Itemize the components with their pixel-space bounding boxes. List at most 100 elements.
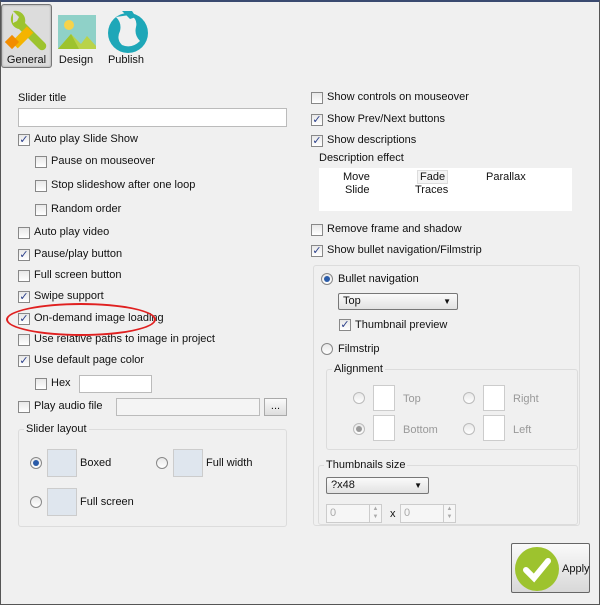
- wrench-icon: [5, 10, 47, 51]
- align-bottom-icon: [373, 415, 395, 441]
- tab-publish[interactable]: Publish: [102, 4, 150, 68]
- checkbox-label: Swipe support: [34, 290, 104, 302]
- thumbnails-size-title: Thumbnails size: [324, 459, 408, 471]
- filmstrip-radio[interactable]: [321, 343, 333, 355]
- checkbox-show-controls-on-mouseover[interactable]: [311, 92, 323, 104]
- chevron-down-icon: ▼: [443, 297, 451, 306]
- checkbox-hex[interactable]: [35, 378, 47, 390]
- align-bottom-label: Bottom: [403, 424, 438, 436]
- thumbnail-preview-checkbox[interactable]: ✓: [339, 319, 351, 331]
- effect-list: Move Fade Parallax Slide Traces: [319, 168, 572, 211]
- checkbox-swipe-support[interactable]: ✓: [18, 291, 30, 303]
- effect-traces[interactable]: Traces: [415, 184, 448, 196]
- checkbox-show-descriptions[interactable]: ✓: [311, 135, 323, 147]
- checkbox-auto-play-video[interactable]: [18, 227, 30, 239]
- full-screen-label: Full screen: [80, 496, 134, 508]
- align-right-radio[interactable]: [463, 392, 475, 404]
- align-top-radio[interactable]: [353, 392, 365, 404]
- checkbox-label: Auto play Slide Show: [34, 133, 138, 145]
- checkmark-icon: [515, 547, 559, 591]
- full-width-radio[interactable]: [156, 457, 168, 469]
- thumbnail-height-spinner[interactable]: 0 ▲ ▼: [400, 504, 456, 523]
- checkbox-remove-frame-and-shadow[interactable]: [311, 224, 323, 236]
- thumbnail-preview-label: Thumbnail preview: [355, 319, 448, 331]
- checkbox-play-audio-file[interactable]: [18, 401, 30, 413]
- filmstrip-label: Filmstrip: [338, 343, 380, 355]
- align-top-label: Top: [403, 393, 421, 405]
- checkbox-pause-play-button[interactable]: ✓: [18, 249, 30, 261]
- effect-move[interactable]: Move: [343, 171, 370, 183]
- bullet-navigation-radio[interactable]: [321, 273, 333, 285]
- effect-fade[interactable]: Fade: [417, 170, 449, 184]
- checkbox-auto-play-slide-show[interactable]: ✓: [18, 134, 30, 146]
- tab-design[interactable]: Design: [55, 4, 97, 68]
- checkbox-label: Remove frame and shadow: [327, 223, 462, 235]
- browse-button[interactable]: ...: [264, 398, 287, 416]
- align-left-icon: [483, 415, 505, 441]
- chevron-down-icon: ▼: [414, 481, 422, 490]
- checkbox-show-prev-next-buttons[interactable]: ✓: [311, 114, 323, 126]
- slider-layout-title: Slider layout: [24, 423, 89, 435]
- boxed-label: Boxed: [80, 457, 112, 469]
- checkbox-full-screen-button[interactable]: [18, 270, 30, 282]
- thumbnail-size-value: ?x48: [331, 479, 355, 491]
- thumbnail-width-value: 0: [330, 507, 337, 519]
- size-separator: x: [390, 508, 396, 520]
- description-effect-label: Description effect: [319, 152, 404, 164]
- checkbox-pause-on-mouseover[interactable]: [35, 156, 47, 168]
- tab-label: Design: [58, 54, 94, 66]
- apply-button[interactable]: Apply: [511, 543, 590, 593]
- tab-general[interactable]: General: [1, 4, 52, 68]
- thumbnail-width-spinner[interactable]: 0 ▲ ▼: [326, 504, 382, 523]
- globe-icon: [108, 11, 148, 53]
- checkbox-label: Play audio file: [34, 400, 103, 412]
- spinner-arrows-icon[interactable]: ▲ ▼: [369, 505, 381, 522]
- checkbox-label: Stop slideshow after one loop: [51, 179, 196, 191]
- picture-icon: [58, 15, 96, 49]
- highlight-ellipse: [6, 303, 156, 336]
- audio-file-input[interactable]: [116, 398, 260, 416]
- full-screen-layout-icon: [47, 488, 77, 516]
- hex-input[interactable]: [79, 375, 152, 393]
- full-screen-radio[interactable]: [30, 496, 42, 508]
- alignment-title: Alignment: [332, 363, 385, 375]
- checkbox-use-relative-paths-to-image-in-project[interactable]: [18, 334, 30, 346]
- full-width-layout-icon: [173, 449, 203, 477]
- boxed-layout-icon: [47, 449, 77, 477]
- boxed-radio[interactable]: [30, 457, 42, 469]
- align-right-icon: [483, 385, 505, 411]
- effect-slide[interactable]: Slide: [345, 184, 369, 196]
- checkbox-label: Use default page color: [34, 354, 145, 366]
- align-right-label: Right: [513, 393, 539, 405]
- tab-label: General: [6, 54, 47, 66]
- checkbox-label: Show descriptions: [327, 134, 417, 146]
- bullet-position-value: Top: [343, 295, 361, 307]
- align-top-icon: [373, 385, 395, 411]
- slider-title-label: Slider title: [18, 92, 67, 104]
- checkbox-use-default-page-color[interactable]: ✓: [18, 355, 30, 367]
- tab-label: Publish: [107, 54, 145, 66]
- bullet-position-dropdown[interactable]: Top ▼: [338, 293, 458, 310]
- checkbox-label: Show bullet navigation/Filmstrip: [327, 244, 482, 256]
- align-left-label: Left: [513, 424, 532, 436]
- checkbox-label: Auto play video: [34, 226, 110, 238]
- spinner-arrows-icon[interactable]: ▲ ▼: [443, 505, 455, 522]
- checkbox-label: Show Prev/Next buttons: [327, 113, 446, 125]
- effect-parallax[interactable]: Parallax: [486, 171, 526, 183]
- alignment-group: [326, 369, 578, 450]
- checkbox-label: Random order: [51, 203, 122, 215]
- apply-label: Apply: [562, 563, 590, 575]
- thumbnail-size-dropdown[interactable]: ?x48 ▼: [326, 477, 429, 494]
- checkbox-stop-slideshow-after-one-loop[interactable]: [35, 180, 47, 192]
- checkbox-label: Pause on mouseover: [51, 155, 155, 167]
- align-bottom-radio[interactable]: [353, 423, 365, 435]
- checkbox-label: Full screen button: [34, 269, 122, 281]
- align-left-radio[interactable]: [463, 423, 475, 435]
- bullet-navigation-label: Bullet navigation: [338, 273, 419, 285]
- checkbox-show-bullet-navigation-filmstrip[interactable]: ✓: [311, 245, 323, 257]
- thumbnail-height-value: 0: [404, 507, 411, 519]
- checkbox-random-order[interactable]: [35, 204, 47, 216]
- slider-title-input[interactable]: [18, 108, 287, 127]
- checkbox-label: Show controls on mouseover: [327, 91, 469, 103]
- checkbox-label: Hex: [51, 377, 71, 389]
